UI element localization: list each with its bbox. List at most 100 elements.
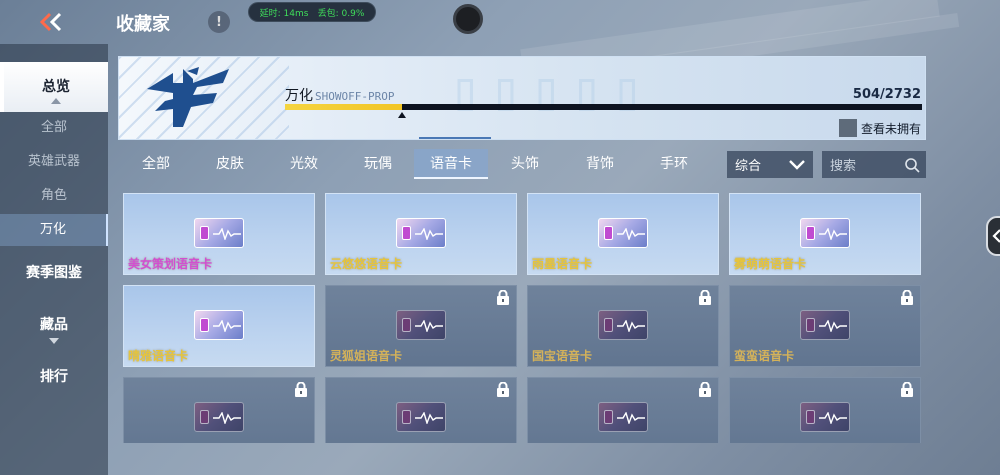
checkbox[interactable] xyxy=(838,119,857,137)
voice-card-item[interactable]: 蛮蛮语音卡 xyxy=(729,285,921,367)
voice-card-item[interactable]: 雾萌萌语音卡 xyxy=(729,193,921,275)
voice-card-item[interactable]: 雨墨语音卡 xyxy=(527,193,719,275)
tab-bracelets[interactable]: 手环 xyxy=(636,149,712,179)
collection-banner: ▯▯▯▯▯ 万化 SHOWOFF-PROP 504/2732 查看未拥有 xyxy=(118,56,926,140)
voice-card-grid: 美女策划语音卡 云悠悠语音卡 雨墨语音卡 雾萌萌语音卡晴雅语音卡 灵狐姐语音卡 国宝语音卡… xyxy=(123,193,923,443)
tab-dolls[interactable]: 玩偶 xyxy=(340,149,416,179)
sort-dropdown[interactable]: 综合 xyxy=(727,151,813,178)
lock-icon xyxy=(901,382,913,397)
progress-fill xyxy=(285,104,403,110)
double-chevron-left-icon xyxy=(39,12,62,32)
sidebar-item-ranking[interactable]: 排行 xyxy=(0,362,108,392)
waveform-icon xyxy=(819,412,847,424)
microphone-icon xyxy=(402,226,411,240)
page-title: 收藏家 xyxy=(116,14,170,35)
voice-card-item[interactable]: 晴雅语音卡 xyxy=(123,285,315,367)
tab-skins[interactable]: 皮肤 xyxy=(192,149,268,179)
voice-card-item[interactable]: 美女策划语音卡 xyxy=(123,193,315,275)
chevron-down-icon xyxy=(49,338,59,344)
voice-card-image xyxy=(598,218,648,248)
microphone-icon xyxy=(200,318,209,332)
chevron-down-icon xyxy=(789,159,805,170)
voice-card-name: 蛮蛮语音卡 xyxy=(734,349,795,363)
lock-icon xyxy=(699,382,711,397)
voice-card-name: 云悠悠语音卡 xyxy=(330,257,403,271)
waveform-icon xyxy=(415,320,443,332)
waveform-icon xyxy=(617,412,645,424)
voice-card-image xyxy=(194,402,244,432)
lock-icon xyxy=(699,290,711,305)
voice-card-name: 雨墨语音卡 xyxy=(532,257,593,271)
cf-logo-icon xyxy=(147,67,229,127)
microphone-icon xyxy=(604,410,613,424)
tab-headwear[interactable]: 头饰 xyxy=(488,149,562,179)
voice-card-item[interactable]: 国宝语音卡 xyxy=(527,285,719,367)
collection-subtitle: SHOWOFF-PROP xyxy=(315,90,395,103)
lock-icon xyxy=(497,290,509,305)
search-placeholder: 搜索 xyxy=(830,159,857,174)
waveform-icon xyxy=(213,320,241,332)
waveform-icon xyxy=(617,320,645,332)
voice-card-item[interactable]: 灵狐姐语音卡 xyxy=(325,285,517,367)
tab-effects[interactable]: 光效 xyxy=(266,149,342,179)
search-input[interactable]: 搜索 xyxy=(822,151,926,178)
show-not-owned-toggle[interactable]: 查看未拥有 xyxy=(838,119,921,137)
progress-marker-icon xyxy=(398,112,407,118)
voice-card-item[interactable] xyxy=(325,377,517,443)
camera-cutout xyxy=(453,4,483,34)
lock-icon xyxy=(497,382,509,397)
lock-icon xyxy=(901,290,913,305)
voice-card-image xyxy=(194,218,244,248)
waveform-icon xyxy=(415,228,443,240)
info-alert-icon[interactable]: ! xyxy=(208,11,230,33)
microphone-icon xyxy=(806,318,815,332)
voice-card-image xyxy=(194,310,244,340)
voice-card-item[interactable] xyxy=(729,377,921,443)
banner-underline xyxy=(419,137,491,139)
voice-card-image xyxy=(800,402,850,432)
voice-card-image xyxy=(396,218,446,248)
collection-title: 万化 xyxy=(285,88,313,104)
waveform-icon xyxy=(617,228,645,240)
microphone-icon xyxy=(402,410,411,424)
voice-card-image xyxy=(800,310,850,340)
voice-card-item[interactable]: 云悠悠语音卡 xyxy=(325,193,517,275)
microphone-icon xyxy=(806,226,815,240)
search-icon[interactable] xyxy=(904,157,920,173)
sidebar-subitem-wanhua[interactable]: 万化 xyxy=(0,214,108,246)
collection-progress-bar xyxy=(285,104,922,110)
sort-value: 综合 xyxy=(735,159,762,174)
waveform-icon xyxy=(819,320,847,332)
sidebar: 总览 全部 英雄武器 角色 万化 赛季图鉴 藏品 排行 xyxy=(0,44,108,475)
voice-card-item[interactable] xyxy=(123,377,315,443)
side-drawer-handle[interactable] xyxy=(986,216,1000,256)
chevron-left-icon xyxy=(992,229,1000,243)
show-not-owned-label: 查看未拥有 xyxy=(860,121,921,136)
microphone-icon xyxy=(806,410,815,424)
microphone-icon xyxy=(402,318,411,332)
sidebar-item-label: 总览 xyxy=(42,79,70,95)
voice-card-name: 灵狐姐语音卡 xyxy=(330,349,403,363)
tab-voice-cards[interactable]: 语音卡 xyxy=(414,149,488,179)
sidebar-subitem-hero-weapons[interactable]: 英雄武器 xyxy=(0,146,108,178)
chevron-up-icon xyxy=(51,98,61,104)
waveform-icon xyxy=(213,228,241,240)
waveform-icon xyxy=(415,412,443,424)
network-status: 延时: 14ms 丢包: 0.9% xyxy=(248,2,376,22)
voice-card-item[interactable] xyxy=(527,377,719,443)
latency-readout: 延时: 14ms xyxy=(259,8,309,19)
microphone-icon xyxy=(200,410,209,424)
sidebar-subitem-characters[interactable]: 角色 xyxy=(0,180,108,212)
voice-card-name: 晴雅语音卡 xyxy=(128,349,189,363)
sidebar-item-overview[interactable]: 总览 xyxy=(0,62,108,112)
sidebar-subitem-all[interactable]: 全部 xyxy=(0,112,108,144)
collection-name: 万化 SHOWOFF-PROP xyxy=(285,85,394,105)
back-button[interactable] xyxy=(36,8,66,36)
sidebar-item-season-guide[interactable]: 赛季图鉴 xyxy=(0,258,108,288)
waveform-icon xyxy=(213,412,241,424)
voice-card-name: 雾萌萌语音卡 xyxy=(734,257,807,271)
tab-backpieces[interactable]: 背饰 xyxy=(562,149,638,179)
voice-card-name: 国宝语音卡 xyxy=(532,349,593,363)
tab-all[interactable]: 全部 xyxy=(118,149,194,179)
sidebar-item-collectibles[interactable]: 藏品 xyxy=(0,310,108,340)
